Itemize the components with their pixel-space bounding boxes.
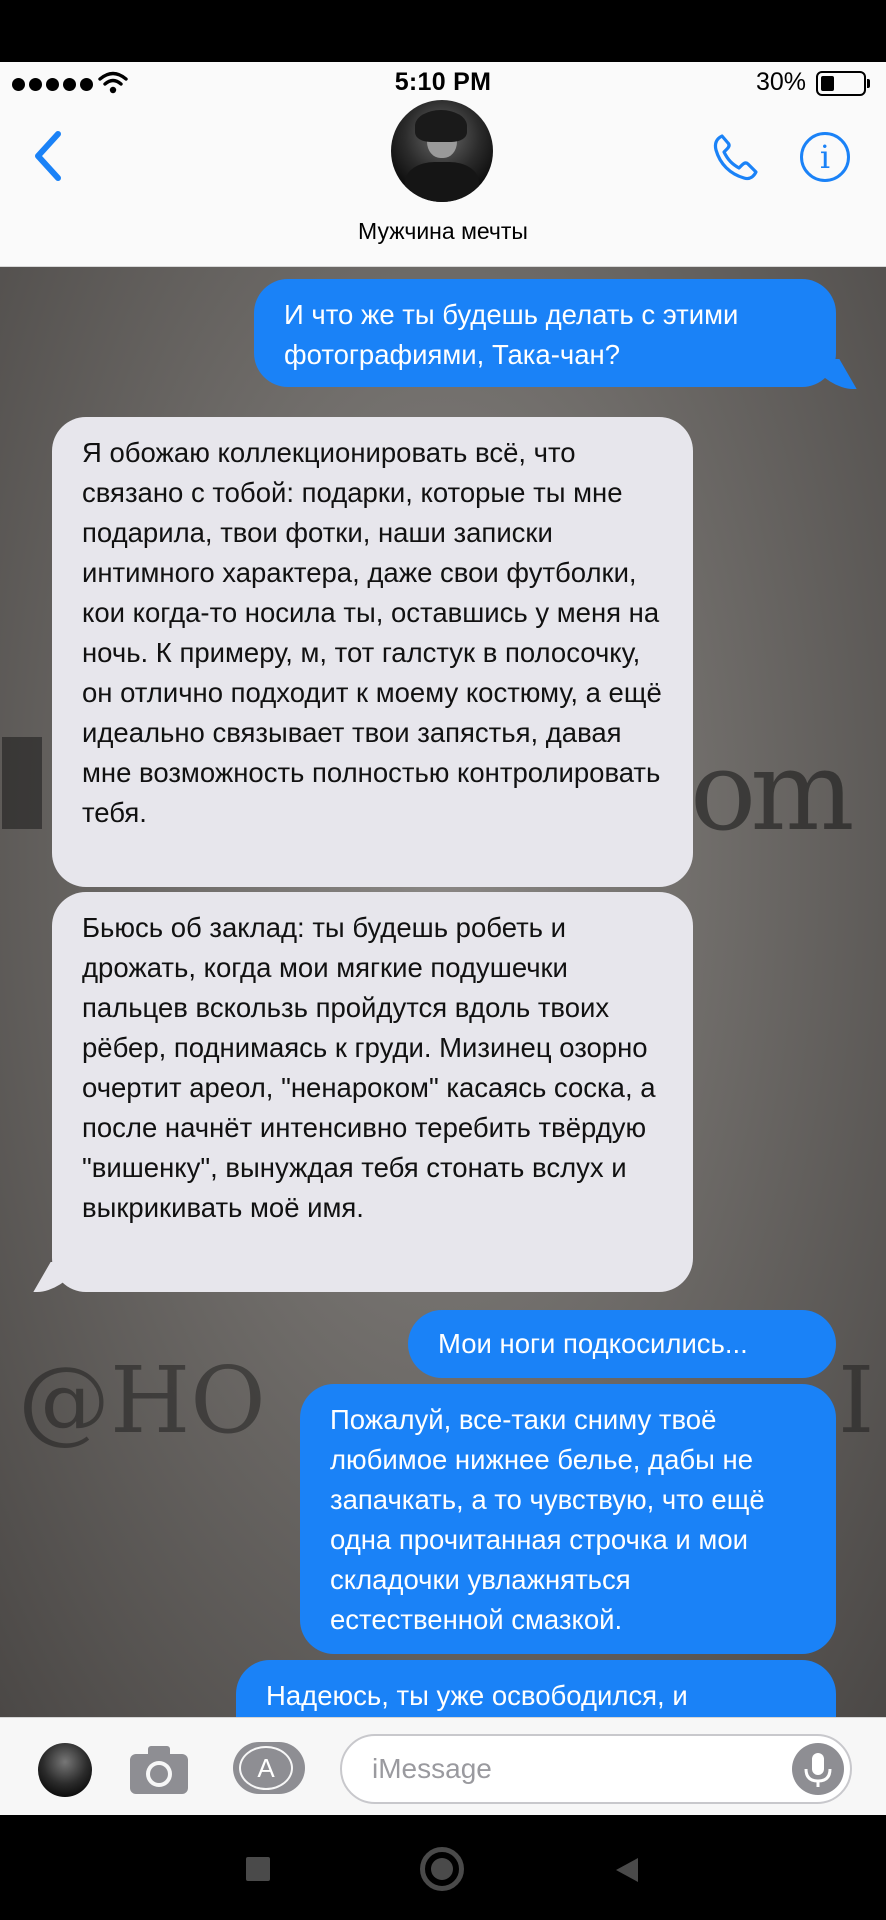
message-bubble-incoming[interactable]: Я обожаю коллекционировать всё, что связ…: [52, 417, 693, 887]
info-icon[interactable]: i: [800, 132, 850, 182]
android-nav-bar: [0, 1815, 886, 1920]
top-black-band: [0, 0, 886, 62]
message-bubble-outgoing[interactable]: Пожалуй, все-таки сниму твоё любимое ниж…: [300, 1384, 836, 1654]
message-bubble-outgoing[interactable]: Мои ноги подкосились...: [408, 1310, 836, 1378]
message-bubble-outgoing[interactable]: Надеюсь, ты уже освободился, и: [236, 1660, 836, 1717]
chevron-left-icon[interactable]: [28, 126, 68, 186]
message-thread[interactable]: om @HO I И что же ты будешь делать с эти…: [0, 267, 886, 1717]
phone-icon[interactable]: [708, 130, 762, 184]
app-store-icon[interactable]: A: [233, 1742, 305, 1794]
message-bubble-outgoing[interactable]: И что же ты будешь делать с этими фотогр…: [254, 279, 836, 387]
avatar[interactable]: [38, 1743, 92, 1797]
message-composer: A: [0, 1717, 886, 1815]
message-input-container[interactable]: [340, 1734, 852, 1804]
status-bar: 5:10 PM 30%: [0, 62, 886, 102]
camera-icon[interactable]: [128, 1740, 190, 1798]
contact-name[interactable]: Мужчина мечты: [0, 218, 886, 245]
microphone-icon[interactable]: [792, 1743, 844, 1795]
back-triangle-icon[interactable]: [612, 1855, 642, 1885]
message-input[interactable]: [372, 1748, 792, 1790]
recents-square-icon[interactable]: [246, 1857, 270, 1881]
home-circle-icon[interactable]: [420, 1847, 464, 1891]
conversation-header: 5:10 PM 30% Мужчина мечты i: [0, 62, 886, 267]
battery-percent: 30%: [755, 68, 806, 96]
contact-avatar[interactable]: [391, 100, 493, 202]
battery-icon: [816, 71, 870, 96]
message-bubble-incoming[interactable]: Бьюсь об заклад: ты будешь робеть и дрож…: [52, 892, 693, 1292]
status-time: 5:10 PM: [394, 68, 492, 96]
